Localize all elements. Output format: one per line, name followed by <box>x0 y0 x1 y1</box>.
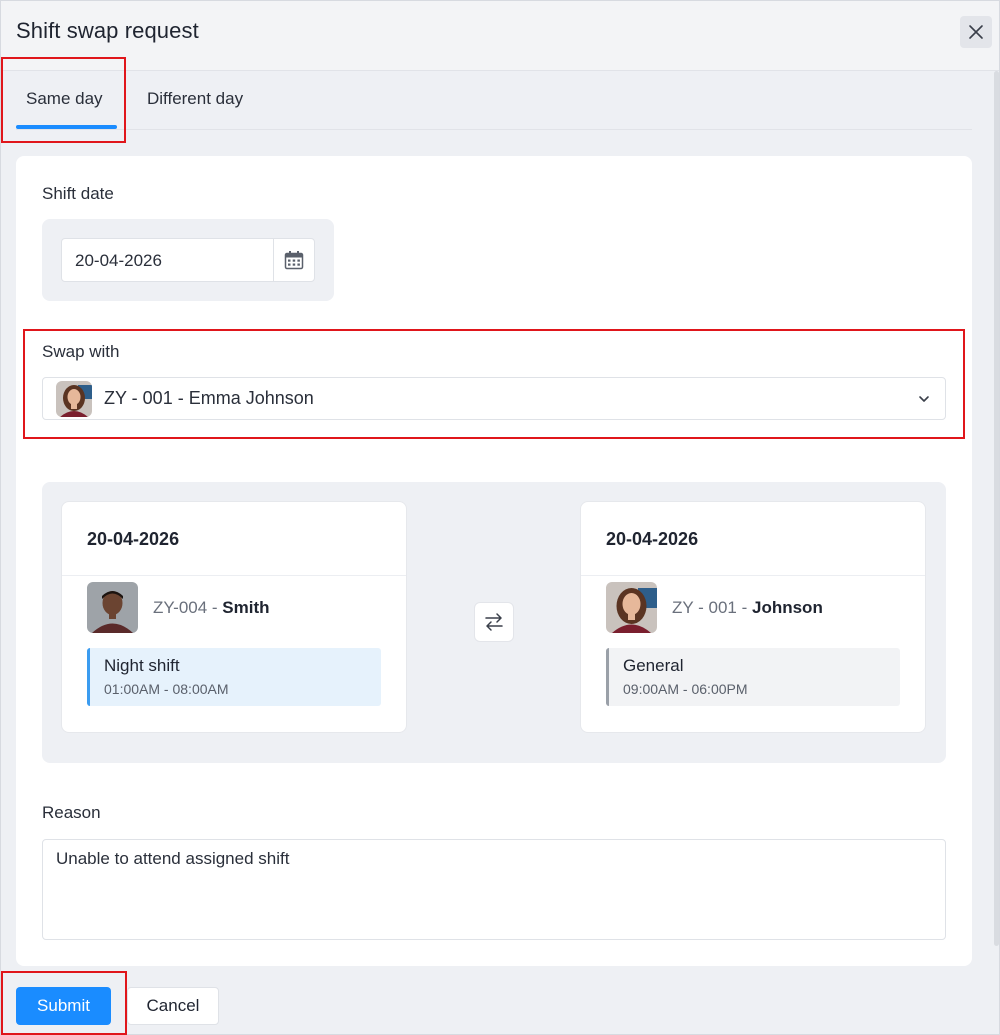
emma-johnson-avatar <box>56 381 92 417</box>
swap-with-select[interactable]: ZY - 001 - Emma Johnson <box>42 377 946 420</box>
shift-date-value: 20-04-2026 <box>75 251 162 270</box>
cancel-button[interactable]: Cancel <box>127 987 219 1025</box>
dialog-title: Shift swap request <box>16 18 199 43</box>
my-employee-name: Smith <box>222 598 270 617</box>
shift-date-label: Shift date <box>42 184 114 203</box>
close-icon <box>969 25 983 39</box>
dialog-header: Shift swap request <box>1 1 999 71</box>
swap-arrows-button[interactable] <box>474 602 514 642</box>
night-shift-time: 01:00AM - 08:00AM <box>104 681 229 697</box>
general-shift-time: 09:00AM - 06:00PM <box>623 681 748 697</box>
colleague-employee-name: Johnson <box>752 598 823 617</box>
calendar-button[interactable] <box>273 239 314 281</box>
swap-with-label: Swap with <box>42 342 120 361</box>
swap-arrows-icon <box>485 613 503 631</box>
colleague-employee: ZY - 001 - Johnson <box>672 598 823 618</box>
my-employee-id: ZY-004 - <box>153 598 223 617</box>
calendar-icon <box>284 251 304 270</box>
general-shift-name: General <box>623 656 684 675</box>
divider <box>62 575 406 576</box>
my-shift-card: 20-04-2026 ZY-004 - Smith Night shift 01… <box>61 501 407 733</box>
reason-textarea[interactable]: Unable to attend assigned shift <box>42 839 946 940</box>
smith-avatar <box>87 582 138 633</box>
tab-bar: Same day Different day <box>16 72 972 130</box>
tab-same-day[interactable]: Same day <box>26 89 103 109</box>
reason-label: Reason <box>42 803 101 822</box>
colleague-shift-card: 20-04-2026 ZY - 001 - Johnson General 09… <box>580 501 926 733</box>
form-card: Shift date 20-04-2026 Swap with ZY - 001… <box>16 156 972 966</box>
active-tab-indicator <box>16 125 117 129</box>
swap-preview-panel: 20-04-2026 ZY-004 - Smith Night shift 01… <box>42 482 946 763</box>
colleague-employee-id: ZY - 001 - <box>672 598 752 617</box>
night-shift-name: Night shift <box>104 656 180 675</box>
swap-with-value: ZY - 001 - Emma Johnson <box>104 388 314 408</box>
shift-date-container: 20-04-2026 <box>42 219 334 301</box>
shift-swap-dialog: Shift swap request Same day Different da… <box>0 0 1000 1035</box>
colleague-shift-date: 20-04-2026 <box>606 529 699 549</box>
my-shift-date: 20-04-2026 <box>87 529 180 549</box>
submit-button[interactable]: Submit <box>16 987 111 1025</box>
close-button[interactable] <box>960 16 992 48</box>
chevron-down-icon <box>919 396 929 402</box>
night-shift-box: Night shift 01:00AM - 08:00AM <box>87 648 381 706</box>
scrollbar[interactable] <box>994 71 999 946</box>
shift-date-input[interactable]: 20-04-2026 <box>61 238 315 282</box>
general-shift-box: General 09:00AM - 06:00PM <box>606 648 900 706</box>
johnson-avatar <box>606 582 657 633</box>
my-employee: ZY-004 - Smith <box>153 598 270 618</box>
dialog-footer: Submit Cancel <box>1 966 999 1034</box>
tab-different-day[interactable]: Different day <box>147 89 243 109</box>
divider <box>581 575 925 576</box>
